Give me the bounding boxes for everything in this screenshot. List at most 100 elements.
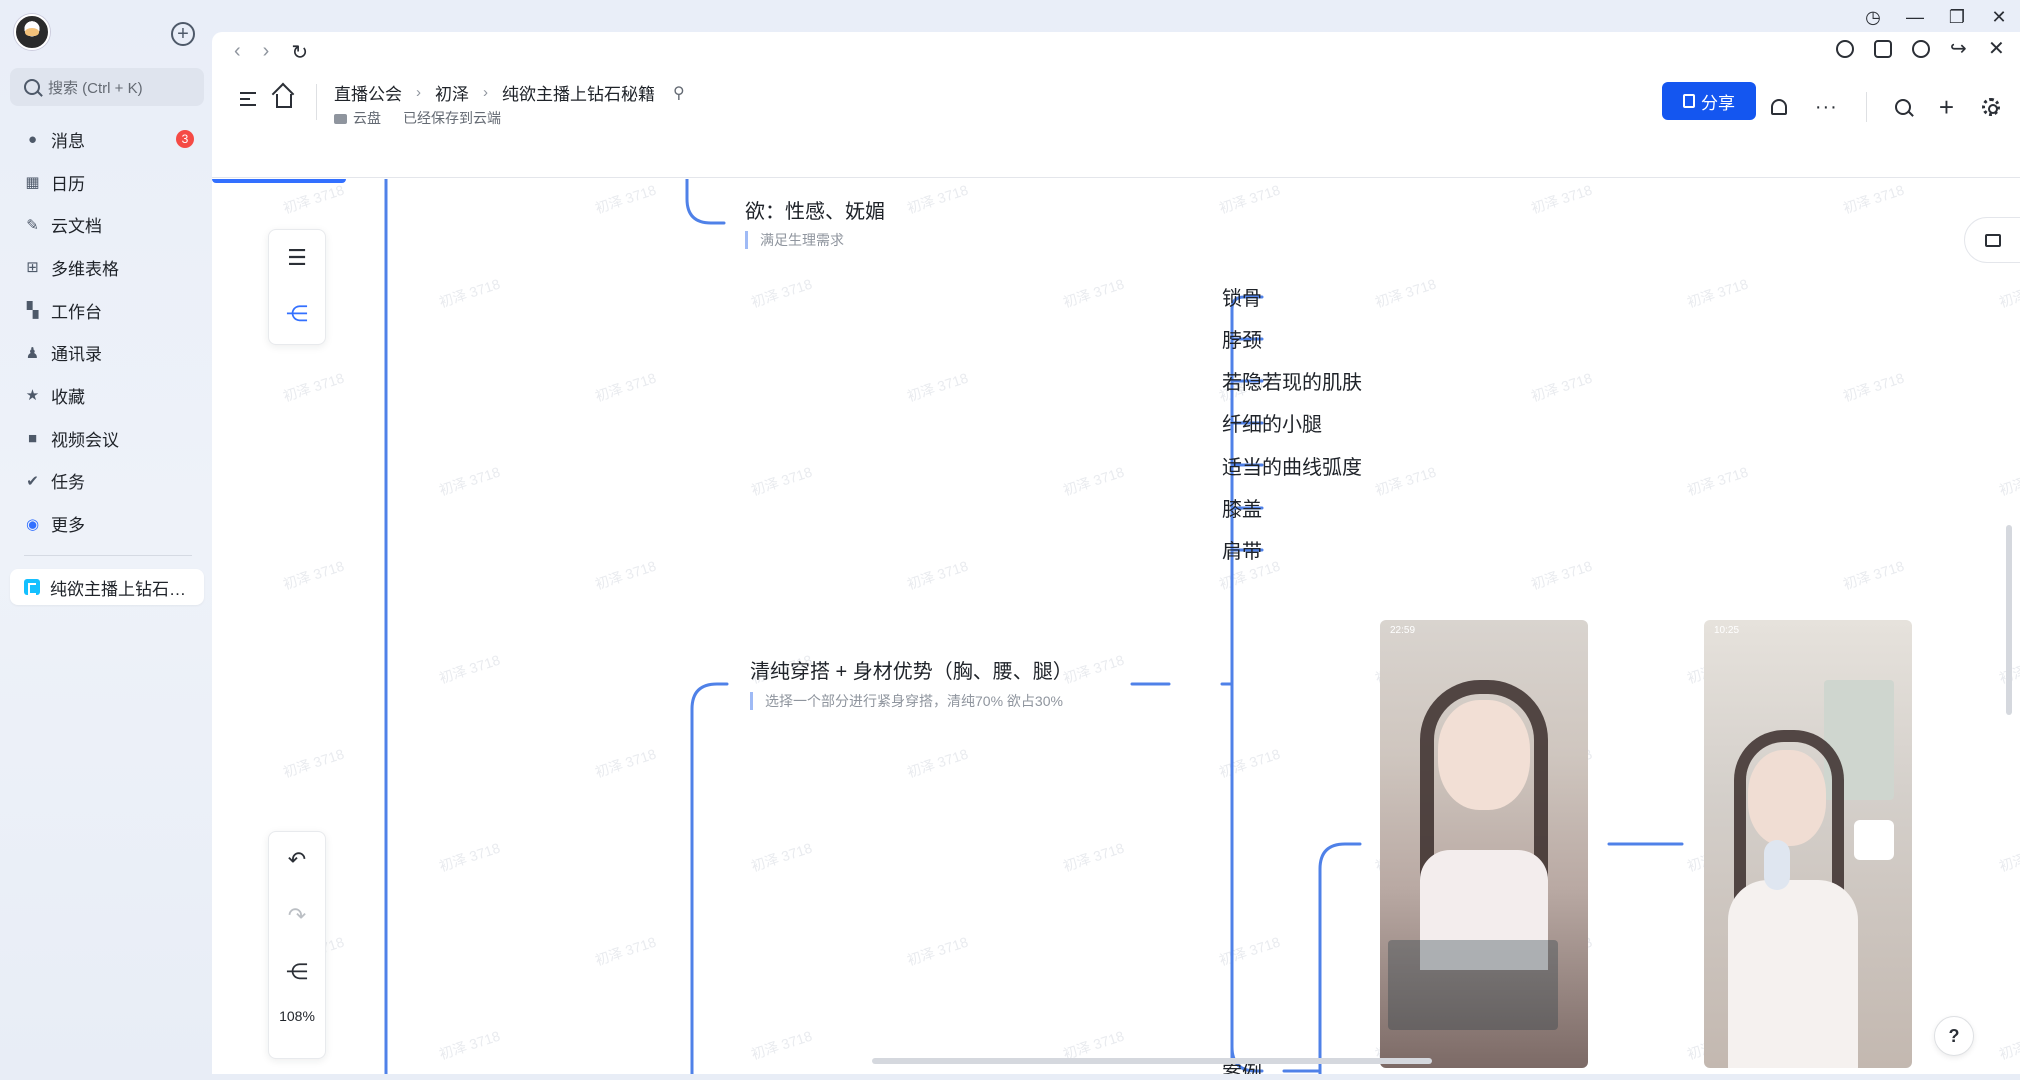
sidebar: + 搜索 (Ctrl + K) ● 消息 3 ▦ 日历 ✎ 云文档 ⊞ 多维表格…	[0, 0, 212, 1080]
sidebar-item-label: 更多	[51, 516, 85, 536]
case-image-1[interactable]: 22:59	[1380, 620, 1588, 1068]
sidebar-item-bitable[interactable]: ⊞ 多维表格	[10, 246, 204, 289]
home-icon[interactable]	[276, 94, 292, 108]
mindmap-canvas[interactable]: 初泽 3718 初泽 3718 初泽 3718 初泽 3718 初泽 3718 初泽 37…	[212, 179, 2020, 1074]
sidebar-item-tasks[interactable]: ✔ 任务	[10, 460, 204, 503]
sidebar-item-workplace[interactable]: ▚ 工作台	[10, 289, 204, 332]
header-divider	[316, 84, 317, 120]
plus-icon[interactable]: +	[1939, 94, 1954, 120]
sidebar-item-label: 多维表格	[51, 259, 119, 279]
share-label: 分享	[1701, 93, 1735, 113]
undo-icon[interactable]: ↶	[269, 832, 325, 888]
chevron-right-icon: ›	[483, 84, 488, 101]
history-icon[interactable]: ◷	[1852, 7, 1894, 28]
mindmap-node-part[interactable]: 纤细的小腿	[1222, 408, 1322, 437]
contacts-icon: ♟	[25, 344, 40, 362]
minimize-icon[interactable]: —	[1894, 7, 1936, 28]
calendar-icon: ▦	[25, 174, 40, 192]
sidebar-divider	[24, 555, 192, 556]
close-tab-icon[interactable]: ✕	[1988, 39, 2006, 59]
restore-icon[interactable]: ❐	[1936, 7, 1978, 28]
task-icon: ✔	[26, 472, 39, 490]
outline-toggle-icon[interactable]	[240, 92, 256, 106]
horizontal-scrollbar[interactable]	[872, 1058, 1432, 1064]
comment-button[interactable]	[1964, 217, 2020, 263]
mindmap-node-desire[interactable]: 欲：性感、妩媚	[745, 195, 885, 224]
share-button[interactable]: 分享	[1662, 82, 1756, 120]
zoom-level[interactable]: 108%	[269, 1008, 325, 1024]
sidebar-item-messages[interactable]: ● 消息 3	[10, 118, 204, 161]
person-top-shape	[1728, 880, 1858, 1068]
sidebar-item-label: 视频会议	[51, 430, 119, 450]
phone-status-time: 22:59	[1390, 625, 1416, 636]
star-icon: ★	[25, 387, 40, 405]
window-controls: ◷ — ❐ ✕	[1852, 0, 2020, 34]
outline-toolbar: ☰ ⋲	[268, 229, 326, 345]
sidebar-item-favorites[interactable]: ★ 收藏	[10, 374, 204, 417]
window-icon[interactable]	[1874, 40, 1892, 58]
forward-icon[interactable]: ›	[263, 40, 270, 65]
help-button[interactable]: ?	[1934, 1016, 1974, 1056]
vertical-scrollbar[interactable]	[2006, 525, 2012, 715]
doc-location[interactable]: 云盘	[334, 108, 381, 128]
forward-share-icon[interactable]: ↪	[1950, 39, 1968, 59]
list-view-icon[interactable]: ☰	[269, 230, 325, 286]
search-icon[interactable]	[1894, 99, 1911, 115]
phone-status-time: 10:25	[1714, 625, 1740, 636]
user-avatar[interactable]	[14, 14, 50, 50]
chat-icon[interactable]	[1836, 40, 1854, 58]
mindmap-node-part[interactable]: 肩带	[1222, 535, 1262, 564]
refresh-icon[interactable]: ↻	[291, 40, 308, 65]
cloud-doc-icon: ✎	[26, 216, 39, 234]
link-icon[interactable]	[1912, 40, 1930, 58]
redo-icon[interactable]: ↷	[269, 888, 325, 944]
main-panel: ‹ › ↻ ↪ ✕ 直播公会 › 初泽 › 纯欲主播上钻石秘籍 ⚲ 云盘 已经保…	[212, 32, 2020, 1074]
mindmap-node-outfit[interactable]: 清纯穿搭 + 身材优势（胸、腰、腿）	[750, 655, 1073, 684]
breadcrumb-item[interactable]: 初泽	[435, 80, 469, 105]
layout-icon[interactable]: ⋲	[269, 944, 325, 1000]
page-title[interactable]: 纯欲主播上钻石秘籍	[502, 80, 655, 105]
share-doc-icon	[1683, 94, 1695, 108]
more-dots-icon[interactable]: ···	[1815, 97, 1838, 117]
mindmap-view-icon[interactable]: ⋲	[269, 286, 325, 342]
history-toolbar: ↶ ↷ ⋲ 108%	[268, 831, 326, 1059]
chevron-right-icon: ›	[416, 84, 421, 101]
gear-icon[interactable]	[1982, 98, 2000, 116]
new-add-icon[interactable]: +	[171, 22, 195, 46]
search-placeholder: 搜索 (Ctrl + K)	[48, 79, 143, 97]
search-input[interactable]: 搜索 (Ctrl + K)	[10, 68, 204, 106]
more-icon: ◉	[25, 515, 40, 533]
mindmap-node-part[interactable]: 膝盖	[1222, 493, 1262, 522]
close-window-icon[interactable]: ✕	[1978, 7, 2020, 28]
sidebar-item-calendar[interactable]: ▦ 日历	[10, 161, 204, 204]
sidebar-item-contacts[interactable]: ♟ 通讯录	[10, 331, 204, 374]
mindmap-note-desire: 满足生理需求	[745, 231, 844, 249]
bell-icon[interactable]	[1770, 99, 1787, 115]
sidebar-item-label: 收藏	[51, 387, 85, 407]
breadcrumb-item[interactable]: 直播公会	[334, 80, 402, 105]
mindmap-node-part[interactable]: 锁骨	[1222, 282, 1262, 311]
mindmap-node-part[interactable]: 若隐若现的肌肤	[1222, 366, 1362, 395]
sidebar-item-label: 云文档	[51, 217, 102, 237]
sidebar-item-label: 工作台	[51, 302, 102, 322]
microphone-shape	[1764, 840, 1790, 890]
workplace-icon: ▚	[26, 302, 39, 320]
sidebar-item-cloud-docs[interactable]: ✎ 云文档	[10, 203, 204, 246]
bitable-icon: ⊞	[26, 259, 39, 277]
mindmap-note-outfit: 选择一个部分进行紧身穿搭，清纯70% 欲占30%	[750, 692, 1063, 710]
breadcrumb: 直播公会 › 初泽 › 纯欲主播上钻石秘籍 ⚲	[334, 80, 685, 105]
pin-icon[interactable]: ⚲	[673, 83, 685, 103]
back-icon[interactable]: ‹	[234, 40, 241, 65]
mindmap-icon	[24, 579, 40, 595]
sidebar-open-doc[interactable]: 纯欲主播上钻石…	[10, 569, 204, 605]
search-icon	[24, 79, 40, 95]
sidebar-nav: ● 消息 3 ▦ 日历 ✎ 云文档 ⊞ 多维表格 ▚ 工作台 ♟ 通讯录 ★ 收…	[10, 118, 204, 545]
case-image-2[interactable]: 10:25	[1704, 620, 1912, 1068]
sidebar-item-more[interactable]: ◉ 更多	[10, 502, 204, 545]
mindmap-node-part[interactable]: 适当的曲线弧度	[1222, 451, 1362, 480]
sidebar-item-video-meeting[interactable]: ■ 视频会议	[10, 417, 204, 460]
doc-header: 直播公会 › 初泽 › 纯欲主播上钻石秘籍 ⚲ 云盘 已经保存到云端 分享 ··…	[212, 72, 2020, 178]
mindmap-node-part[interactable]: 脖颈	[1222, 324, 1262, 353]
video-icon: ■	[27, 429, 38, 447]
sidebar-item-label: 日历	[51, 174, 85, 194]
